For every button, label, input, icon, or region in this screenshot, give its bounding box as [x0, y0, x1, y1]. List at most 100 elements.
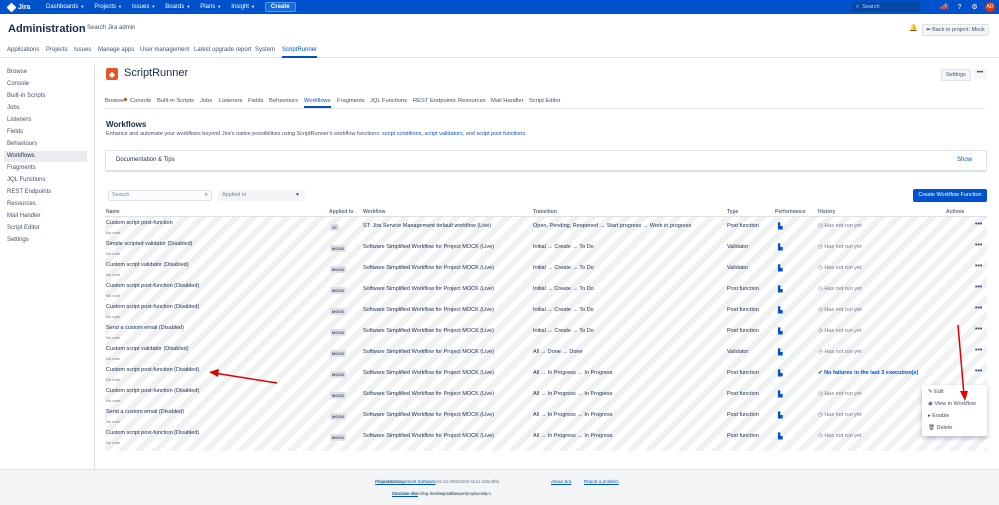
- settings-button[interactable]: Settings: [941, 69, 971, 81]
- sidebar-item-jql-functions[interactable]: JQL Functions: [7, 175, 90, 186]
- row-actions-button[interactable]: •••: [975, 305, 982, 312]
- gear-icon[interactable]: ⚙: [970, 3, 979, 12]
- row-actions-button[interactable]: •••: [975, 368, 982, 375]
- performance-chart-icon[interactable]: ▙: [778, 349, 783, 356]
- search-input[interactable]: Search ⌕: [108, 190, 212, 201]
- script-post-functions-link[interactable]: script post functions: [477, 131, 526, 137]
- sidebar-item-rest-endpoints[interactable]: REST Endpoints: [7, 187, 90, 198]
- admin-search-link[interactable]: ⌕ Search Jira admin: [82, 25, 135, 32]
- tab-script-editor[interactable]: Script Editor: [529, 98, 561, 104]
- nav-insight[interactable]: Insight ▼: [231, 4, 255, 10]
- performance-chart-icon[interactable]: ▙: [778, 328, 783, 335]
- nav-plans[interactable]: Plans ▼: [200, 4, 221, 10]
- avatar[interactable]: AD: [985, 2, 995, 12]
- row-actions-button[interactable]: •••: [975, 242, 982, 249]
- row-actions-button[interactable]: •••: [975, 347, 982, 354]
- tab-user-management[interactable]: User management: [140, 47, 189, 53]
- function-name[interactable]: Custom script post-function (Disabled): [106, 283, 199, 289]
- performance-chart-icon[interactable]: ▙: [778, 307, 783, 314]
- row-actions-button[interactable]: •••: [975, 263, 982, 270]
- function-name[interactable]: Simple scripted validator (Disabled): [106, 241, 193, 247]
- back-to-project-button[interactable]: ⬅ Back to project: Mock: [922, 24, 989, 36]
- tab-workflows[interactable]: Workflows: [304, 98, 331, 108]
- sidebar-item-behaviours[interactable]: Behaviours: [7, 139, 90, 150]
- tab-manage-apps[interactable]: Manage apps: [98, 47, 134, 53]
- tab-browse[interactable]: Browse: [105, 98, 124, 104]
- column-type[interactable]: Type: [727, 209, 738, 215]
- help-icon[interactable]: ?: [955, 3, 964, 12]
- tab-jobs[interactable]: Jobs: [200, 98, 212, 104]
- tab-console[interactable]: Console: [130, 98, 151, 104]
- sidebar-item-workflows[interactable]: Workflows: [4, 151, 87, 162]
- tab-rest-endpoints[interactable]: REST Endpoints: [413, 98, 456, 104]
- sidebar-item-fields[interactable]: Fields: [7, 127, 90, 138]
- tab-applications[interactable]: Applications: [7, 47, 39, 53]
- report-problem-link[interactable]: Report a problem: [584, 479, 619, 484]
- function-name[interactable]: Custom script post-function: [106, 220, 173, 226]
- tab-scriptrunner[interactable]: ScriptRunner: [282, 47, 318, 58]
- function-name[interactable]: Custom script validator (Disabled): [106, 346, 189, 352]
- tab-mail-handler[interactable]: Mail Handler: [491, 98, 524, 104]
- nav-dashboards[interactable]: Dashboards ▼: [46, 4, 84, 10]
- menu-item-edit[interactable]: ✎ Edit: [928, 387, 944, 397]
- performance-chart-icon[interactable]: ▙: [778, 286, 783, 293]
- nav-boards[interactable]: Boards ▼: [165, 4, 190, 10]
- menu-item-enable[interactable]: ▸ Enable: [928, 411, 949, 421]
- show-documentation-button[interactable]: Show: [957, 157, 972, 163]
- tab-resources[interactable]: Resources: [458, 98, 486, 104]
- jira-logo[interactable]: Jira: [6, 2, 40, 12]
- performance-chart-icon[interactable]: ▙: [778, 433, 783, 440]
- column-workflow[interactable]: Workflow: [363, 209, 385, 215]
- nav-projects[interactable]: Projects ▼: [94, 4, 122, 10]
- tab-listeners[interactable]: Listeners: [219, 98, 243, 104]
- create-workflow-function-button[interactable]: Create Workflow Function: [913, 189, 987, 202]
- sidebar-item-listeners[interactable]: Listeners: [7, 115, 90, 126]
- sidebar-item-console[interactable]: Console: [7, 79, 90, 90]
- sidebar-item-mail-handler[interactable]: Mail Handler: [7, 211, 90, 222]
- tab-upgrade-report[interactable]: Latest upgrade report: [194, 47, 251, 53]
- script-conditions-link[interactable]: script conditions: [382, 131, 421, 137]
- sidebar-item-jobs[interactable]: Jobs: [7, 103, 90, 114]
- column-name[interactable]: Name: [106, 209, 120, 215]
- column-transition[interactable]: Transition: [533, 209, 557, 215]
- row-actions-button[interactable]: •••: [975, 284, 982, 291]
- history-status[interactable]: ✔ No failures in the last 3 execution(s): [818, 370, 918, 376]
- applied-to-select[interactable]: Applied to ▼: [218, 190, 305, 201]
- performance-chart-icon[interactable]: ▙: [778, 244, 783, 251]
- performance-chart-icon[interactable]: ▙: [778, 223, 783, 230]
- sidebar-item-script-editor[interactable]: Script Editor: [7, 223, 90, 234]
- sidebar-item-settings[interactable]: Settings: [7, 235, 90, 246]
- sidebar-item-resources[interactable]: Resources: [7, 199, 90, 210]
- tab-fields[interactable]: Fields: [248, 98, 263, 104]
- notification-icon[interactable]: 🔔: [909, 24, 918, 32]
- function-name[interactable]: Custom script post-function (Disabled): [106, 388, 199, 394]
- tab-behaviours[interactable]: Behaviours: [269, 98, 298, 104]
- nav-issues[interactable]: Issues ▼: [132, 4, 155, 10]
- more-options-button[interactable]: •••: [973, 69, 987, 79]
- function-name[interactable]: Send a custom email (Disabled): [106, 325, 184, 331]
- performance-chart-icon[interactable]: ▙: [778, 391, 783, 398]
- about-jira-link[interactable]: About Jira: [551, 479, 571, 484]
- global-search-input[interactable]: ⌕ Search: [852, 2, 920, 12]
- tab-built-in-scripts[interactable]: Built-in Scripts: [157, 98, 194, 104]
- row-actions-button[interactable]: •••: [975, 326, 982, 333]
- tab-system[interactable]: System: [255, 47, 275, 53]
- function-name[interactable]: Send a custom email (Disabled): [106, 409, 184, 415]
- create-button[interactable]: Create: [264, 2, 296, 12]
- menu-item-delete[interactable]: 🗑 Delete: [928, 423, 952, 433]
- sidebar-item-built-in-scripts[interactable]: Built-in Scripts: [7, 91, 90, 102]
- performance-chart-icon[interactable]: ▙: [778, 412, 783, 419]
- tab-fragments[interactable]: Fragments: [337, 98, 365, 104]
- tab-issues[interactable]: Issues: [74, 47, 91, 53]
- function-name[interactable]: Custom script post-function (Disabled): [106, 304, 199, 310]
- sidebar-item-fragments[interactable]: Fragments: [7, 163, 90, 174]
- script-validators-link[interactable]: script validators: [425, 131, 463, 137]
- tab-projects[interactable]: Projects: [46, 47, 68, 53]
- function-name[interactable]: Custom script validator (Disabled): [106, 262, 189, 268]
- menu-item-view-in-workflow[interactable]: ◉ View in Workflow: [928, 399, 976, 409]
- performance-chart-icon[interactable]: ▙: [778, 370, 783, 377]
- megaphone-icon[interactable]: 📣: [940, 3, 949, 12]
- sidebar-item-browse[interactable]: Browse: [7, 67, 90, 78]
- function-name[interactable]: Custom script post-function (Disabled): [106, 367, 199, 373]
- function-name[interactable]: Custom script post-function (Disabled): [106, 430, 199, 436]
